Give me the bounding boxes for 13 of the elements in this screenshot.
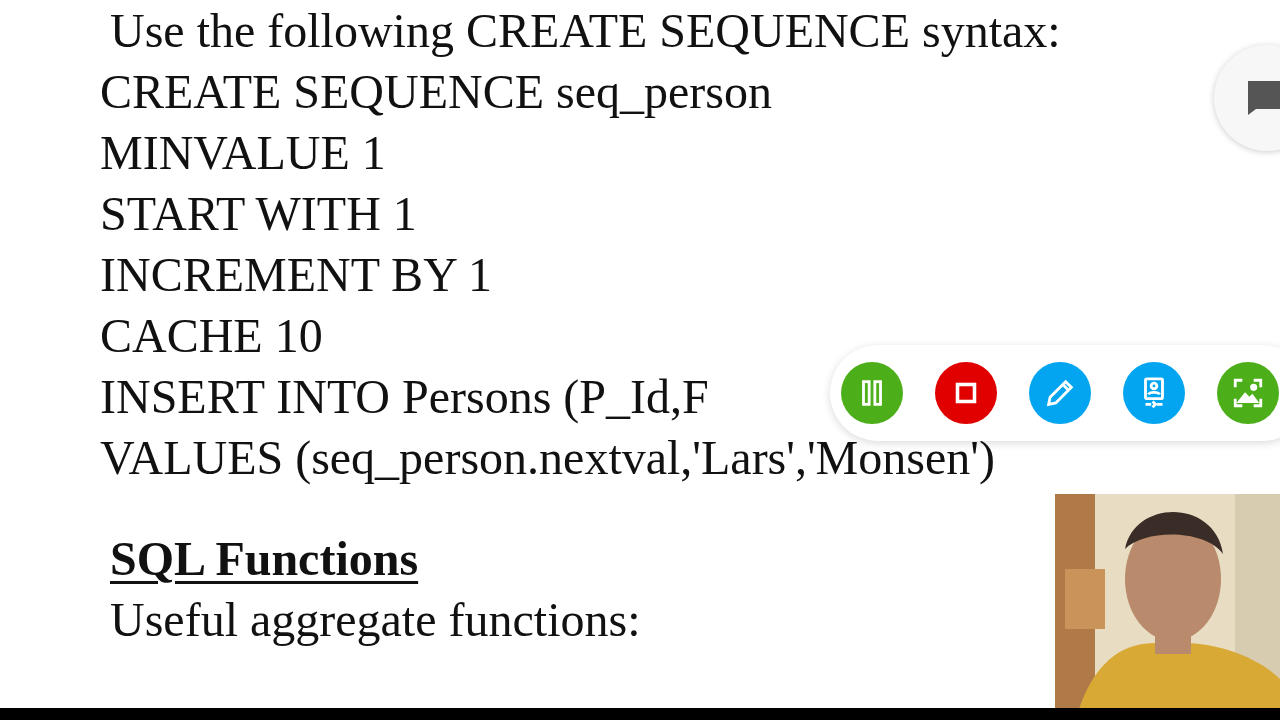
sql-line: CACHE 10 [100, 309, 323, 362]
sql-line: INCREMENT BY 1 [100, 248, 492, 301]
section-heading: SQL Functions [110, 532, 419, 585]
text-line: Use the following CREATE SEQUENCE syntax: [110, 4, 1061, 57]
sql-line: INSERT INTO Persons (P_Id,F [100, 370, 709, 423]
image-frame-icon [1231, 376, 1265, 410]
chat-icon [1246, 79, 1280, 117]
sql-line: START WITH 1 [100, 187, 417, 240]
sql-line: MINVALUE 1 [100, 126, 386, 179]
pause-button[interactable] [841, 362, 903, 424]
sql-line: CREATE SEQUENCE seq_person [100, 65, 772, 118]
text-line: Useful aggregate functions: [110, 593, 641, 646]
sql-line: VALUES (seq_person.nextval,'Lars','Monsen') [100, 431, 995, 484]
